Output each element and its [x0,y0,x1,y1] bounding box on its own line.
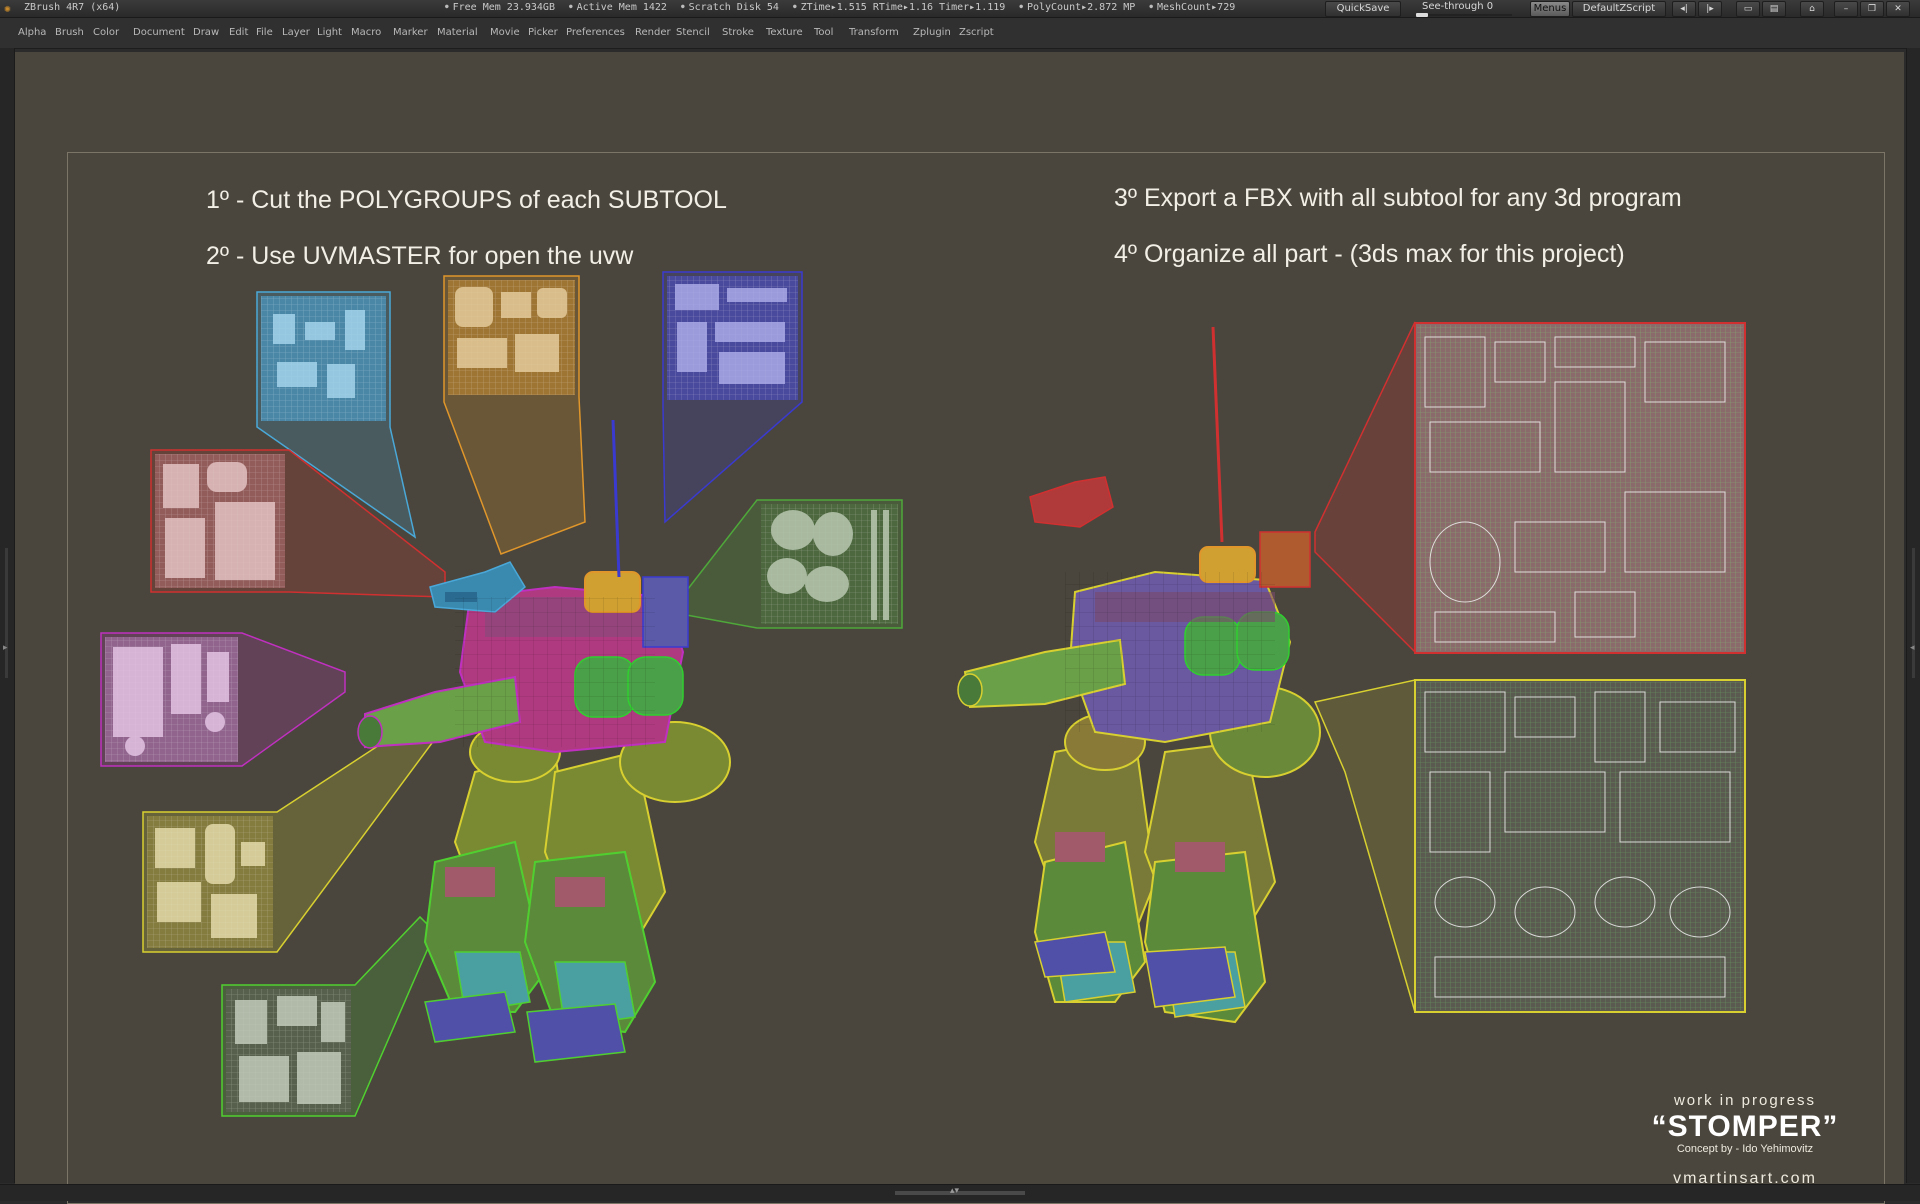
concept-credit: Concept by - Ido Yehimovitz [1676,1143,1814,1155]
lock-icon[interactable]: ⌂ [1800,1,1824,17]
menu-render[interactable]: Render [635,27,671,38]
menu-picker[interactable]: Picker [528,27,558,38]
title-bar: ✺ ZBrush 4R7 (x64) Free Mem 23.934GB Act… [0,0,1920,18]
menu-stencil[interactable]: Stencil [676,27,710,38]
active-mem-stat: Active Mem 1422 [569,2,667,13]
memory-stats: Free Mem 23.934GB Active Mem 1422 Scratc… [445,2,1243,13]
menus-toggle-button[interactable]: Menus [1530,1,1570,17]
left-tray-expand-icon[interactable]: ▸ [3,643,11,657]
project-title: “STOMPER” [1651,1110,1839,1143]
step-4-text: 4º Organize all part - (3ds max for this… [1114,240,1625,268]
uv-panel-orange [443,275,586,555]
menu-draw[interactable]: Draw [193,27,219,38]
uv-layout-artwork [100,271,1746,1117]
menu-edit[interactable]: Edit [229,27,248,38]
bottom-tray: ▴▾ [0,1184,1920,1201]
see-through-slider[interactable]: See-through 0 [1412,0,1522,17]
menu-file[interactable]: File [256,27,273,38]
menu-material[interactable]: Material [437,27,478,38]
menu-zscript[interactable]: Zscript [959,27,994,38]
menu-bar: Alpha Brush Color Document Draw Edit Fil… [0,18,1920,49]
layout-icon[interactable]: ▭ [1736,1,1760,17]
see-through-track[interactable] [1416,13,1512,17]
uv-panel-magenta [100,632,346,767]
see-through-label: See-through 0 [1422,1,1494,12]
left-tray[interactable]: ▸ [0,48,15,1183]
menu-marker[interactable]: Marker [393,27,428,38]
left-tray-bar [5,548,8,678]
menu-color[interactable]: Color [93,27,119,38]
menu-layer[interactable]: Layer [282,27,310,38]
step-2-text: 2º - Use UVMASTER for open the uvw [206,242,634,270]
default-zscript-button[interactable]: DefaultZScript [1572,1,1666,17]
uv-sheet-yellow [1313,679,1746,1013]
bottom-tray-handle[interactable] [895,1191,1025,1195]
restore-icon[interactable]: ❐ [1860,1,1884,17]
right-tray-bar [1912,548,1915,678]
step-3-text: 3º Export a FBX with all subtool for any… [1114,184,1682,212]
menu-texture[interactable]: Texture [766,27,803,38]
step-1-text: 1º - Cut the POLYGROUPS of each SUBTOOL [206,186,727,214]
menu-light[interactable]: Light [317,27,342,38]
timer-stat: ZTime▸1.515 RTime▸1.16 Timer▸1.119 [793,2,1005,13]
layout-alt-icon[interactable]: ▤ [1762,1,1786,17]
menu-brush[interactable]: Brush [55,27,84,38]
quicksave-button[interactable]: QuickSave [1325,1,1401,17]
prev-arrow-icon[interactable]: ◂| [1672,1,1696,17]
menu-alpha[interactable]: Alpha [18,27,46,38]
uv-sheet-red [1314,321,1746,654]
document-canvas[interactable]: 1º - Cut the POLYGROUPS of each SUBTOOL … [15,52,1904,1204]
wip-label: work in progress [1673,1092,1817,1109]
free-mem-stat: Free Mem 23.934GB [445,2,555,13]
next-arrow-icon[interactable]: |▸ [1698,1,1722,17]
robot-right-organized [957,326,1321,1024]
scratch-disk-stat: Scratch Disk 54 [681,2,779,13]
polycount-stat: PolyCount▸2.872 MP [1019,2,1135,13]
close-icon[interactable]: ✕ [1886,1,1910,17]
minimize-icon[interactable]: – [1834,1,1858,17]
app-title: ZBrush 4R7 (x64) [24,2,121,13]
uv-panel-blue [662,271,803,524]
zbrush-logo-icon: ✺ [4,2,11,15]
menu-document[interactable]: Document [133,27,185,38]
see-through-knob[interactable] [1416,13,1428,17]
menu-macro[interactable]: Macro [351,27,381,38]
bottom-tray-expand-icon[interactable]: ▴▾ [950,1186,959,1196]
menu-stroke[interactable]: Stroke [722,27,754,38]
menu-movie[interactable]: Movie [490,27,520,38]
right-tray-expand-icon[interactable]: ◂ [1910,643,1918,657]
meshcount-stat: MeshCount▸729 [1149,2,1235,13]
uv-panel-green [668,499,903,629]
menu-preferences[interactable]: Preferences [566,27,625,38]
menu-zplugin[interactable]: Zplugin [913,27,951,38]
menu-transform[interactable]: Transform [849,27,899,38]
menu-tool[interactable]: Tool [814,27,833,38]
right-tray[interactable]: ◂ [1906,48,1920,1183]
